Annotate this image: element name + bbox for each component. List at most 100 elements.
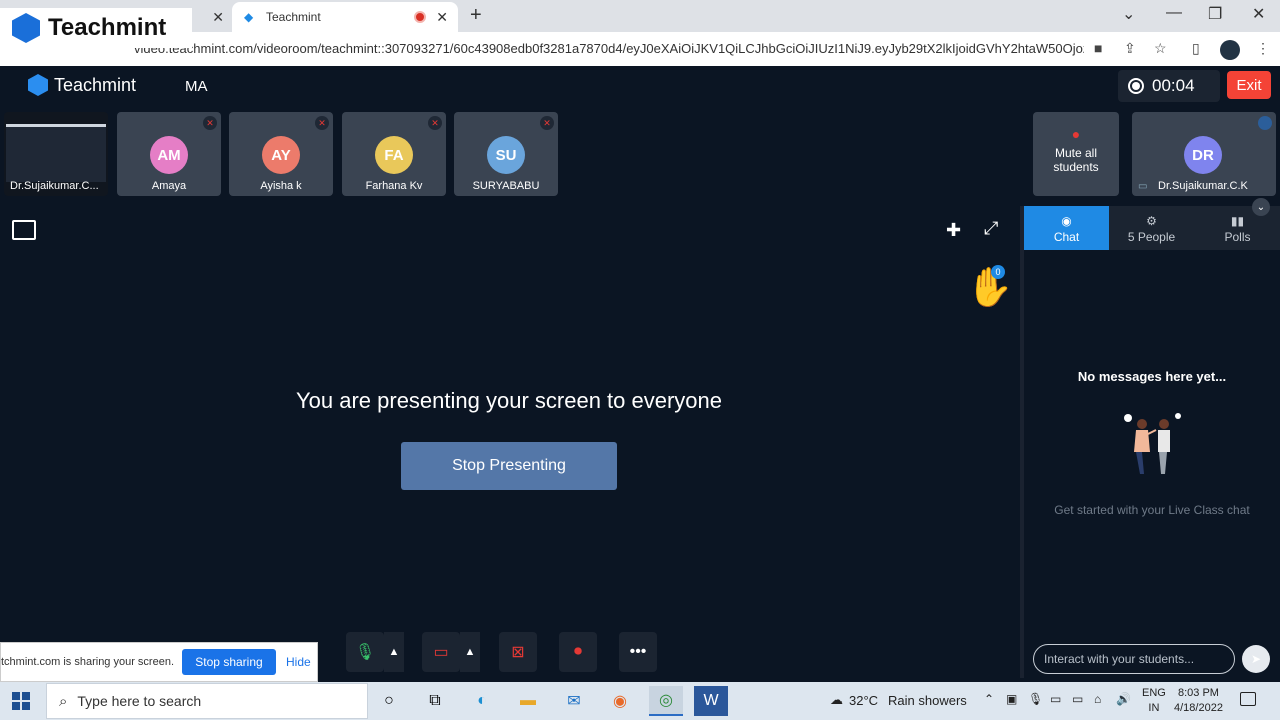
tray-battery-icon[interactable]: ▭ bbox=[1072, 692, 1083, 706]
new-tab-button[interactable]: + bbox=[470, 4, 482, 27]
host-name: Dr.Sujaikumar.C.K bbox=[1158, 180, 1248, 192]
raise-hand-icon[interactable]: ✋ bbox=[966, 266, 1013, 310]
picture-in-picture-icon[interactable] bbox=[12, 220, 36, 240]
mic-off-icon: ✕ bbox=[203, 116, 217, 130]
participant-name: Dr.Sujaikumar.C... bbox=[10, 180, 99, 192]
tray-volume-icon[interactable]: 🔊 bbox=[1116, 692, 1131, 706]
minimize-button[interactable]: — bbox=[1166, 4, 1182, 22]
mute-all-label: Mute all students bbox=[1053, 146, 1099, 174]
chat-input[interactable] bbox=[1033, 644, 1235, 674]
participant-name: SURYABABU bbox=[472, 180, 540, 192]
menu-kebab-icon[interactable]: ⋮ bbox=[1256, 40, 1270, 57]
hide-link[interactable]: Hide bbox=[286, 655, 311, 669]
word-icon[interactable]: W bbox=[694, 686, 728, 716]
tab-title: Teachmint bbox=[266, 10, 321, 24]
tab-label: Polls bbox=[1224, 230, 1251, 244]
weather-widget[interactable]: ☁ 32°C Rain showers bbox=[830, 692, 967, 708]
file-explorer-icon[interactable]: ▬ bbox=[511, 686, 545, 716]
mic-off-icon: ✕ bbox=[315, 116, 329, 130]
mic-off-icon: ✕ bbox=[428, 116, 442, 130]
avatar: DR bbox=[1184, 136, 1222, 174]
tab-close-icon[interactable]: ✕ bbox=[436, 9, 448, 26]
maximize-button[interactable]: ❐ bbox=[1208, 4, 1222, 24]
more-options-button[interactable]: ••• bbox=[619, 632, 657, 672]
tab-search-icon[interactable]: ⌄ bbox=[1122, 4, 1135, 24]
collapse-strip-icon[interactable]: ⌄ bbox=[1252, 198, 1270, 216]
mic-button[interactable]: 🎙 bbox=[346, 632, 384, 672]
bookmark-star-icon[interactable]: ☆ bbox=[1154, 40, 1167, 57]
fullscreen-icon[interactable]: ⤢ bbox=[984, 218, 998, 239]
address-bar: video.teachmint.com/videoroom/teachmint:… bbox=[0, 32, 1280, 66]
taskbar-search-placeholder: Type here to search bbox=[77, 693, 202, 709]
share-icon[interactable]: ⇪ bbox=[1124, 40, 1136, 57]
host-tile[interactable]: DR ▭ Dr.Sujaikumar.C.K bbox=[1132, 112, 1276, 196]
participant-name: Farhana Kv bbox=[365, 180, 423, 192]
browser-tab-bar: o ✕ ◆ Teachmint ✕ + ⌄ — ❐ ✕ bbox=[0, 0, 1280, 32]
rain-cloud-icon: ☁ bbox=[830, 692, 843, 707]
empty-chat-subtitle: Get started with your Live Class chat bbox=[1054, 503, 1250, 517]
recording-icon bbox=[414, 11, 426, 23]
tray-mic-icon[interactable]: 🎙 bbox=[1028, 692, 1043, 706]
task-view-icon[interactable]: ⧉ bbox=[418, 686, 452, 716]
camera-icon[interactable]: ■ bbox=[1094, 40, 1102, 56]
windows-start-icon[interactable] bbox=[12, 692, 30, 710]
participant-tile[interactable]: ✕ SU SURYABABU bbox=[454, 112, 558, 196]
weather-temp: 32°C bbox=[849, 692, 879, 708]
profile-avatar[interactable] bbox=[1220, 40, 1240, 60]
avatar: AM bbox=[150, 136, 188, 174]
notification-icon[interactable] bbox=[1240, 692, 1256, 706]
weather-desc: Rain showers bbox=[888, 692, 967, 708]
camera-off-button[interactable]: ▭ bbox=[422, 632, 460, 672]
stop-sharing-button[interactable]: Stop sharing bbox=[182, 649, 276, 675]
record-icon bbox=[1128, 78, 1144, 94]
send-button[interactable]: ➤ bbox=[1242, 645, 1270, 673]
teachmint-logo-icon bbox=[12, 13, 40, 43]
side-panel: ◉ Chat ⚙ 5 People ▮▮ Polls No messages h… bbox=[1024, 206, 1280, 678]
tab-people[interactable]: ⚙ 5 People bbox=[1109, 206, 1194, 250]
mic-off-icon: ✕ bbox=[540, 116, 554, 130]
participant-tile[interactable]: ✕ AY Ayisha k bbox=[229, 112, 333, 196]
mail-icon[interactable]: ✉ bbox=[557, 686, 591, 716]
close-window-button[interactable]: ✕ bbox=[1252, 4, 1265, 24]
stop-screen-share-button[interactable]: ⊠ bbox=[499, 632, 537, 672]
stop-presenting-button[interactable]: Stop Presenting bbox=[401, 442, 617, 490]
app-header: Teachmint MA 00:04 Exit bbox=[0, 66, 1280, 106]
edge-icon[interactable]: ◐ bbox=[465, 686, 499, 716]
clock-date: 4/18/2022 bbox=[1174, 702, 1223, 714]
pin-icon[interactable]: ✚ bbox=[946, 220, 961, 241]
taskbar-search[interactable]: ⌕ Type here to search bbox=[46, 683, 368, 719]
info-icon[interactable] bbox=[1258, 116, 1272, 130]
mic-options-caret[interactable]: ▲ bbox=[384, 632, 404, 672]
presenting-message: You are presenting your screen to everyo… bbox=[295, 388, 722, 413]
tray-network-icon[interactable]: ⌂ bbox=[1094, 692, 1101, 706]
avatar: AY bbox=[262, 136, 300, 174]
taskbar-clock[interactable]: 8:03 PM 4/18/2022 bbox=[1174, 686, 1223, 716]
app-logo: Teachmint bbox=[28, 74, 136, 96]
participant-tile[interactable]: ✕ AM Amaya bbox=[117, 112, 221, 196]
mute-all-students-button[interactable]: ● Mute all students bbox=[1033, 112, 1119, 196]
browser-tab-teachmint[interactable]: ◆ Teachmint ✕ bbox=[232, 2, 458, 32]
tab-chat[interactable]: ◉ Chat bbox=[1024, 206, 1109, 250]
participant-tile-screen[interactable]: Dr.Sujaikumar.C... bbox=[4, 112, 108, 196]
chrome-icon[interactable]: ◎ bbox=[649, 686, 683, 716]
app-logo-text: Teachmint bbox=[54, 74, 137, 95]
participant-tile[interactable]: ✕ FA Farhana Kv bbox=[342, 112, 446, 196]
avatar: FA bbox=[375, 136, 413, 174]
stop-recording-button[interactable]: ⏺ bbox=[559, 632, 597, 672]
language-indicator[interactable]: ENG IN bbox=[1142, 686, 1166, 716]
camera-options-caret[interactable]: ▲ bbox=[460, 632, 480, 672]
firefox-icon[interactable]: ◉ bbox=[603, 686, 637, 716]
cortana-icon[interactable]: ○ bbox=[372, 686, 406, 716]
tab-close-icon[interactable]: ✕ bbox=[212, 9, 224, 26]
tray-app-icon[interactable]: ▣ bbox=[1006, 692, 1017, 706]
url-field[interactable]: video.teachmint.com/videoroom/teachmint:… bbox=[134, 41, 1084, 56]
tray-camera-icon[interactable]: ▭ bbox=[1050, 692, 1061, 706]
sidepanel-icon[interactable]: ▯ bbox=[1192, 40, 1200, 57]
tray-chevron-icon[interactable]: ⌃ bbox=[984, 692, 994, 706]
avatar: SU bbox=[487, 136, 525, 174]
search-icon: ⌕ bbox=[59, 692, 68, 710]
exit-button[interactable]: Exit bbox=[1227, 71, 1271, 99]
participant-name: Amaya bbox=[151, 180, 187, 192]
participant-name: Ayisha k bbox=[260, 180, 302, 192]
watermark-text: Teachmint bbox=[48, 14, 167, 41]
